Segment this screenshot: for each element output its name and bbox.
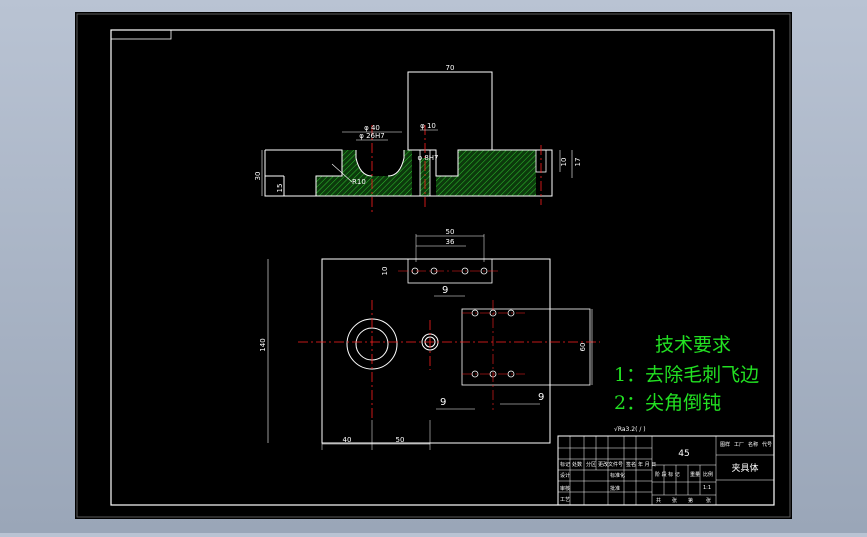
notes-title: 技术要求 bbox=[655, 334, 731, 356]
title-block-part-name: 夹具体 bbox=[731, 462, 758, 474]
tb-standard: 标准化 bbox=[610, 472, 625, 479]
dim-plan-width-a: 50 bbox=[446, 228, 455, 236]
dim-front-radius: R10 bbox=[352, 178, 366, 186]
tb-weight: 重量 bbox=[690, 471, 700, 478]
cad-viewport: 70 φ 40 φ 26H7 φ 10 φ 8H7 R10 30 15 10 1… bbox=[0, 0, 867, 533]
tb-sheet-total: 共 bbox=[656, 497, 661, 504]
tb-stage: 阶 段 标 记 bbox=[655, 471, 680, 478]
dim-front-small-dia: φ 10 bbox=[420, 122, 436, 130]
dim-front-small-hole: φ 8H7 bbox=[417, 154, 438, 162]
tb-header-count: 处数 bbox=[572, 461, 582, 468]
title-block-material: 45 bbox=[678, 449, 689, 459]
dim-front-step: 15 bbox=[276, 184, 284, 193]
dim-plan-height: 140 bbox=[259, 338, 267, 351]
tb-header-mark: 标记 bbox=[560, 461, 570, 468]
drawing-canvas: 70 φ 40 φ 26H7 φ 10 φ 8H7 R10 30 15 10 1… bbox=[75, 12, 792, 519]
tb-scale-label: 比例 bbox=[703, 471, 713, 478]
tb-row-review: 审核 bbox=[560, 485, 570, 492]
tb-unit-drawing: 图样 bbox=[720, 441, 730, 448]
notes-line-1: 1：去除毛刺飞边 bbox=[614, 364, 759, 386]
tb-row-design: 设计 bbox=[560, 472, 570, 479]
tb-sheet-number: 第 bbox=[688, 497, 693, 504]
tb-header-change: 更改文件号 bbox=[598, 461, 623, 468]
dim-front-height: 30 bbox=[254, 172, 262, 181]
tb-row-process: 工艺 bbox=[560, 497, 570, 503]
tb-header-sign: 签名 bbox=[626, 461, 636, 468]
dim-plan-offset: 10 bbox=[381, 267, 389, 276]
tb-scale: 1:1 bbox=[703, 485, 711, 491]
tb-header-zone: 分区 bbox=[586, 461, 596, 468]
tb-sheet-unit-b: 张 bbox=[706, 497, 711, 504]
dim-plan-bottom-left: 40 bbox=[343, 436, 352, 444]
dim-front-right-b: 17 bbox=[574, 158, 582, 167]
tb-sheet-unit-a: 张 bbox=[672, 497, 677, 504]
notes-line-2: 2：尖角倒钝 bbox=[614, 392, 721, 414]
dim-front-inner-dia: φ 26H7 bbox=[359, 132, 384, 140]
dim-plan-right-height: 60 bbox=[579, 343, 587, 352]
dim-hole-pitch-top: 9 bbox=[442, 285, 448, 296]
dim-front-top-width: 70 bbox=[446, 64, 455, 72]
dim-plan-bottom-mid: 50 bbox=[396, 436, 405, 444]
surface-finish-symbol: √Ra3.2( / ) bbox=[614, 426, 646, 433]
dim-hole-pitch-right: 9 bbox=[538, 392, 544, 403]
tb-unit-name: 名称 bbox=[748, 441, 758, 448]
dim-plan-width-b: 36 bbox=[446, 238, 455, 246]
dim-front-bore-dia: φ 40 bbox=[364, 124, 380, 132]
tb-header-date: 年 月 日 bbox=[638, 461, 656, 468]
tb-unit-factory: 工厂 bbox=[734, 442, 744, 448]
dim-hole-pitch-left: 9 bbox=[440, 397, 446, 408]
tb-unit-code: 代号 bbox=[762, 441, 772, 448]
dim-front-right-a: 10 bbox=[560, 158, 568, 167]
tb-approve: 批准 bbox=[610, 485, 620, 492]
